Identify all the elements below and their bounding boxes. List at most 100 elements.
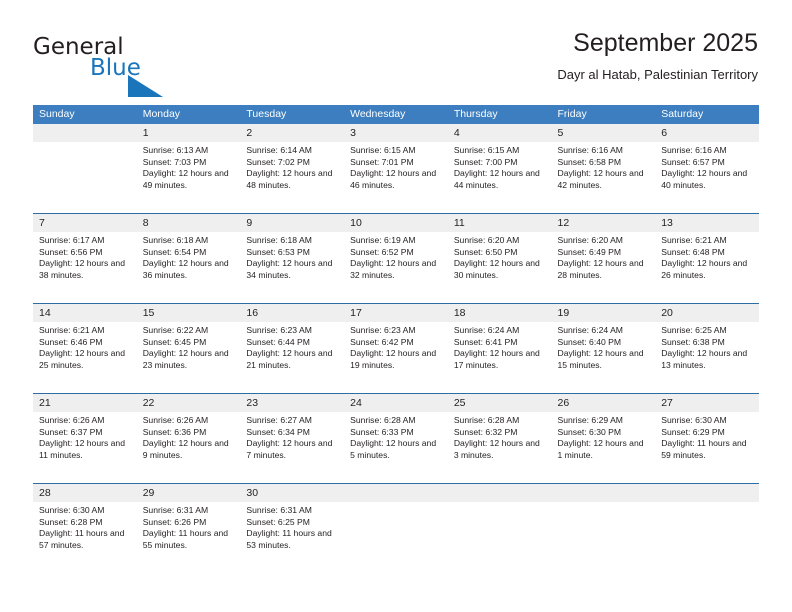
weekday-header-thursday: Thursday: [453, 108, 498, 120]
day-number: [33, 124, 137, 142]
day-details: Sunrise: 6:30 AM Sunset: 6:28 PM Daylight:…: [33, 502, 137, 552]
sunrise-text: Sunrise: 6:31 AM: [142, 505, 209, 515]
calendar-day-cell[interactable]: 17 Sunrise: 6:23 AM Sunset: 6:42 PM Dayligh…: [344, 304, 448, 393]
sunset-text: Sunset: 6:29 PM: [661, 426, 725, 437]
calendar-day-cell[interactable]: 19 Sunrise: 6:24 AM Sunset: 6:40 PM Dayligh…: [551, 304, 656, 393]
day-number: 12: [551, 214, 656, 232]
day-number: 17: [344, 304, 448, 322]
sunset-text: Sunset: 6:41 PM: [453, 336, 518, 347]
daylight-text: Daylight: 11 hours and 53 minutes.: [246, 528, 332, 551]
sunrise-text: Sunrise: 6:24 AM: [453, 325, 520, 335]
sunrise-text: Sunrise: 6:23 AM: [246, 325, 312, 335]
calendar-day-cell[interactable]: 14 Sunrise: 6:21 AM Sunset: 6:46 PM Dayligh…: [33, 304, 137, 393]
calendar-day-cell[interactable]: 28 Sunrise: 6:30 AM Sunset: 6:28 PM Dayligh…: [33, 484, 137, 573]
calendar-day-cell[interactable]: 29 Sunrise: 6:31 AM Sunset: 6:26 PM Dayligh…: [136, 484, 241, 573]
sunset-text: Sunset: 6:40 PM: [557, 336, 622, 347]
day-number: 16: [240, 304, 345, 322]
calendar-day-cell[interactable]: 24 Sunrise: 6:28 AM Sunset: 6:33 PM Dayligh…: [344, 394, 448, 483]
sunset-text: Sunset: 6:42 PM: [350, 336, 414, 347]
calendar-day-cell[interactable]: 12 Sunrise: 6:20 AM Sunset: 6:49 PM Dayligh…: [551, 214, 656, 303]
day-details: Sunrise: 6:24 AM Sunset: 6:41 PM Daylight:…: [448, 322, 552, 372]
sunrise-text: Sunrise: 6:26 AM: [39, 415, 105, 425]
weekday-header-friday: Friday: [557, 108, 587, 120]
calendar-day-cell[interactable]: 30 Sunrise: 6:31 AM Sunset: 6:25 PM Dayligh…: [240, 484, 345, 573]
sunrise-text: Sunrise: 6:18 AM: [142, 235, 209, 245]
calendar-day-cell[interactable]: 11 Sunrise: 6:20 AM Sunset: 6:50 PM Dayligh…: [447, 214, 552, 303]
page-subtitle: Dayr al Hatab, Palestinian Territory: [557, 67, 758, 82]
calendar-day-cell[interactable]: 2 Sunrise: 6:14 AM Sunset: 7:02 PM Daylight…: [240, 124, 345, 213]
daylight-text: Daylight: 12 hours and 42 minutes.: [557, 168, 644, 191]
day-details: Sunrise: 6:15 AM Sunset: 7:00 PM Daylight:…: [448, 142, 552, 192]
day-details: Sunrise: 6:25 AM Sunset: 6:38 PM Daylight:…: [655, 322, 759, 372]
calendar-day-cell[interactable]: 23 Sunrise: 6:27 AM Sunset: 6:34 PM Dayligh…: [240, 394, 345, 483]
calendar-day-cell[interactable]: 6 Sunrise: 6:16 AM Sunset: 6:57 PM Daylight…: [655, 124, 759, 213]
sunrise-text: Sunrise: 6:28 AM: [453, 415, 520, 425]
sunrise-text: Sunrise: 6:31 AM: [246, 505, 312, 515]
day-number: 29: [136, 484, 241, 502]
calendar-day-cell[interactable]: 20 Sunrise: 6:25 AM Sunset: 6:38 PM Dayligh…: [655, 304, 759, 393]
day-number: 10: [344, 214, 448, 232]
day-number: 23: [240, 394, 345, 412]
calendar-day-cell[interactable]: 8 Sunrise: 6:18 AM Sunset: 6:54 PM Daylight…: [136, 214, 241, 303]
day-number: [655, 484, 759, 502]
sunset-text: Sunset: 6:48 PM: [661, 246, 725, 257]
day-details: Sunrise: 6:29 AM Sunset: 6:30 PM Daylight:…: [552, 412, 656, 462]
sunset-text: Sunset: 6:45 PM: [142, 336, 207, 347]
day-number: 4: [447, 124, 552, 142]
sunrise-text: Sunrise: 6:27 AM: [246, 415, 312, 425]
calendar-day-cell[interactable]: 9 Sunrise: 6:18 AM Sunset: 6:53 PM Daylight…: [240, 214, 345, 303]
day-details: Sunrise: 6:28 AM Sunset: 6:32 PM Daylight:…: [448, 412, 552, 462]
sunset-text: Sunset: 6:57 PM: [661, 156, 725, 167]
calendar-grid: Sunday Monday Tuesday Wednesday Thursday Frid…: [33, 105, 759, 573]
title-block: September 2025 Dayr al Hatab, Palestinia…: [557, 28, 758, 83]
calendar-day-cell[interactable]: 21 Sunrise: 6:26 AM Sunset: 6:37 PM Dayligh…: [33, 394, 137, 483]
weekday-header-row: Sunday Monday Tuesday Wednesday Thursday Frid…: [33, 105, 759, 124]
calendar-day-cell[interactable]: 27 Sunrise: 6:30 AM Sunset: 6:29 PM Dayligh…: [655, 394, 759, 483]
day-number: 3: [344, 124, 448, 142]
sunset-text: Sunset: 6:33 PM: [350, 426, 414, 437]
calendar-day-cell[interactable]: 5 Sunrise: 6:16 AM Sunset: 6:58 PM Daylight…: [551, 124, 656, 213]
calendar-day-cell-empty: [344, 484, 448, 573]
sunset-text: Sunset: 7:01 PM: [350, 156, 414, 167]
general-blue-logo[interactable]: General Blue: [33, 34, 213, 97]
sunset-text: Sunset: 6:25 PM: [246, 516, 310, 527]
sunset-text: Sunset: 6:49 PM: [557, 246, 622, 257]
day-number: 2: [240, 124, 345, 142]
sunrise-text: Sunrise: 6:30 AM: [661, 415, 727, 425]
sunset-text: Sunset: 6:46 PM: [39, 336, 103, 347]
calendar-day-cell[interactable]: 25 Sunrise: 6:28 AM Sunset: 6:32 PM Dayligh…: [447, 394, 552, 483]
day-details: Sunrise: 6:18 AM Sunset: 6:54 PM Daylight:…: [137, 232, 241, 282]
calendar-day-cell[interactable]: 7 Sunrise: 6:17 AM Sunset: 6:56 PM Daylight…: [33, 214, 137, 303]
day-number: 7: [33, 214, 137, 232]
calendar-day-cell[interactable]: 26 Sunrise: 6:29 AM Sunset: 6:30 PM Dayligh…: [551, 394, 656, 483]
daylight-text: Daylight: 12 hours and 9 minutes.: [142, 438, 229, 461]
calendar-day-cell[interactable]: 22 Sunrise: 6:26 AM Sunset: 6:36 PM Dayligh…: [136, 394, 241, 483]
day-number: 20: [655, 304, 759, 322]
day-number: [447, 484, 552, 502]
calendar-day-cell[interactable]: 1 Sunrise: 6:13 AM Sunset: 7:03 PM Daylight…: [136, 124, 241, 213]
day-number: 24: [344, 394, 448, 412]
calendar-day-cell[interactable]: 18 Sunrise: 6:24 AM Sunset: 6:41 PM Dayligh…: [447, 304, 552, 393]
calendar-week-row: 14 Sunrise: 6:21 AM Sunset: 6:46 PM Dayligh…: [33, 303, 759, 393]
calendar-day-cell[interactable]: 4 Sunrise: 6:15 AM Sunset: 7:00 PM Daylight…: [447, 124, 552, 213]
sunrise-text: Sunrise: 6:14 AM: [246, 145, 312, 155]
day-details: Sunrise: 6:31 AM Sunset: 6:25 PM Daylight:…: [240, 502, 344, 552]
sunrise-text: Sunrise: 6:29 AM: [557, 415, 623, 425]
daylight-text: Daylight: 12 hours and 5 minutes.: [350, 438, 437, 461]
sunset-text: Sunset: 6:26 PM: [142, 516, 207, 527]
sunrise-text: Sunrise: 6:18 AM: [246, 235, 312, 245]
calendar-day-cell[interactable]: 16 Sunrise: 6:23 AM Sunset: 6:44 PM Dayligh…: [240, 304, 345, 393]
sunrise-text: Sunrise: 6:28 AM: [350, 415, 416, 425]
day-details: Sunrise: 6:21 AM Sunset: 6:46 PM Daylight:…: [33, 322, 137, 372]
calendar-day-cell[interactable]: 10 Sunrise: 6:19 AM Sunset: 6:52 PM Dayligh…: [344, 214, 448, 303]
daylight-text: Daylight: 12 hours and 11 minutes.: [39, 438, 125, 461]
calendar-day-cell[interactable]: 13 Sunrise: 6:21 AM Sunset: 6:48 PM Dayligh…: [655, 214, 759, 303]
daylight-text: Daylight: 12 hours and 34 minutes.: [246, 258, 333, 281]
sunset-text: Sunset: 6:54 PM: [142, 246, 207, 257]
day-details: Sunrise: 6:28 AM Sunset: 6:33 PM Daylight:…: [344, 412, 448, 462]
calendar-week-row: 21 Sunrise: 6:26 AM Sunset: 6:37 PM Dayligh…: [33, 393, 759, 483]
day-details: Sunrise: 6:27 AM Sunset: 6:34 PM Daylight:…: [240, 412, 344, 462]
sunrise-text: Sunrise: 6:30 AM: [39, 505, 105, 515]
calendar-day-cell[interactable]: 3 Sunrise: 6:15 AM Sunset: 7:01 PM Daylight…: [344, 124, 448, 213]
calendar-day-cell[interactable]: 15 Sunrise: 6:22 AM Sunset: 6:45 PM Dayligh…: [136, 304, 241, 393]
